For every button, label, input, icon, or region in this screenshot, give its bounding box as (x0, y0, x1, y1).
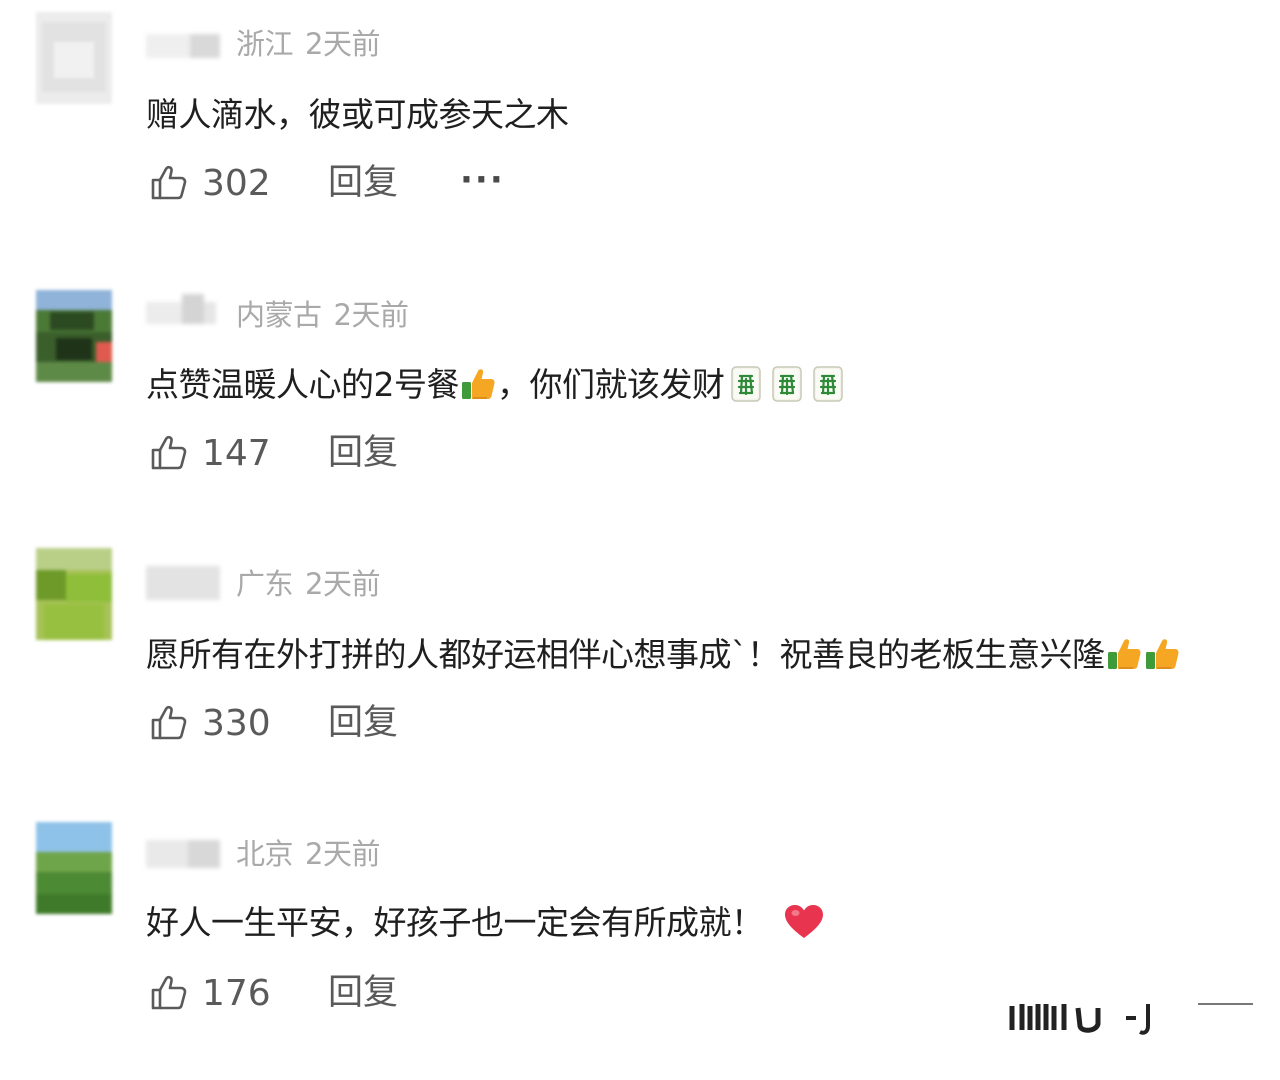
comment-text: 好人一生平安，好孩子也一定会有所成就！ (146, 900, 825, 946)
comment-actions: 147 回复 (148, 428, 648, 478)
comment-item: 浙江 2天前 赠人滴水，彼或可成参天之木 302 回复 ··· (0, 0, 1280, 270)
comment-meta: 广东 2天前 (236, 564, 380, 604)
avatar[interactable] (36, 12, 112, 104)
username-redacted[interactable] (146, 566, 220, 600)
like-count: 176 (202, 972, 271, 1014)
comment-location: 内蒙古 (236, 298, 322, 332)
comment-actions: 176 回复 (148, 968, 648, 1018)
comment-item: 内蒙古 2天前 点赞温暖人心的2号餐 ，你们就该发财 147 回复 (0, 270, 1280, 540)
comment-text-content-2: ，你们就该发财 (497, 365, 725, 404)
more-options-icon[interactable]: ··· (460, 158, 505, 208)
comment-actions: 302 回复 ··· (148, 158, 648, 208)
comment-location: 广东 (236, 567, 294, 601)
like-button[interactable]: 302 (148, 158, 271, 208)
username-redacted[interactable] (146, 838, 220, 868)
avatar[interactable] (36, 548, 112, 640)
thumbs-up-outline-icon (148, 163, 188, 203)
comment-time: 2天前 (333, 298, 409, 332)
like-button[interactable]: 147 (148, 428, 271, 478)
like-count: 330 (202, 702, 271, 744)
comment-time: 2天前 (305, 27, 380, 61)
username-redacted[interactable] (146, 294, 216, 324)
reply-button[interactable]: 回复 (328, 428, 398, 478)
reply-button[interactable]: 回复 (328, 698, 398, 748)
comment-item: 北京 2天前 好人一生平安，好孩子也一定会有所成就！ 176 回复 (0, 810, 1280, 1080)
comment-text-content: 好人一生平安，好孩子也一定会有所成就！ (146, 903, 764, 942)
username-redacted[interactable] (146, 30, 220, 60)
thumbs-up-emoji-icon (460, 366, 496, 402)
comment-meta: 北京 2天前 (236, 834, 380, 874)
thumbs-up-emoji-icon (1106, 636, 1142, 672)
thumbs-up-emoji-icon (1144, 636, 1180, 672)
comment-text: 点赞温暖人心的2号餐 ，你们就该发财 (146, 362, 844, 408)
comment-item: 广东 2天前 愿所有在外打拼的人都好运相伴心想事成`！祝善良的老板生意兴隆 330… (0, 540, 1280, 810)
reply-button[interactable]: 回复 (328, 968, 398, 1018)
comment-text-content: 赠人滴水，彼或可成参天之木 (146, 95, 569, 134)
comment-text-content: 点赞温暖人心的2号餐 (146, 365, 460, 404)
thumbs-up-outline-icon (148, 433, 188, 473)
mahjong-green-dragon-icon (731, 366, 761, 402)
like-button[interactable]: 176 (148, 968, 271, 1018)
comment-location: 浙江 (236, 27, 294, 61)
comment-text: 愿所有在外打拼的人都好运相伴心想事成`！祝善良的老板生意兴隆 (146, 632, 1181, 678)
red-heart-icon (784, 904, 824, 940)
like-button[interactable]: 330 (148, 698, 271, 748)
comment-meta: 浙江 2天前 (236, 24, 380, 64)
thumbs-up-outline-icon (148, 973, 188, 1013)
comment-actions: 330 回复 (148, 698, 648, 748)
mahjong-green-dragon-icon (772, 366, 802, 402)
avatar[interactable] (36, 290, 112, 382)
like-count: 147 (202, 432, 271, 474)
comment-time: 2天前 (305, 567, 380, 601)
like-count: 302 (202, 162, 271, 204)
watermark-logo (1009, 1003, 1253, 1035)
reply-button[interactable]: 回复 (328, 158, 398, 208)
comment-text-content: 愿所有在外打拼的人都好运相伴心想事成`！祝善良的老板生意兴隆 (146, 635, 1105, 674)
avatar[interactable] (36, 822, 112, 914)
mahjong-green-dragon-icon (813, 366, 843, 402)
comment-location: 北京 (236, 837, 294, 871)
thumbs-up-outline-icon (148, 703, 188, 743)
comment-time: 2天前 (305, 837, 380, 871)
comment-text: 赠人滴水，彼或可成参天之木 (146, 92, 569, 138)
comment-meta: 内蒙古 2天前 (236, 295, 409, 335)
